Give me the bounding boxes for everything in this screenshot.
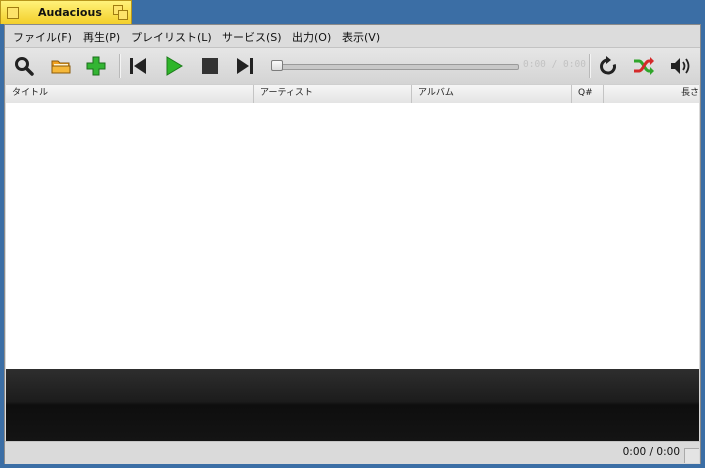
window-menu-icon[interactable] (7, 7, 19, 19)
window-title: Audacious (38, 6, 102, 19)
time-display: 0:00 / 0:00 (523, 59, 586, 70)
add-icon[interactable] (83, 53, 109, 79)
menu-view[interactable]: 表示(V) (342, 29, 380, 45)
menu-services[interactable]: サービス(S) (222, 29, 282, 45)
search-icon[interactable] (11, 53, 37, 79)
playlist-column-header: タイトル アーティスト アルバム Q# 長さ (6, 84, 699, 104)
menu-bar: ファイル(F) 再生(P) プレイリスト(L) サービス(S) 出力(O) 表示… (5, 25, 700, 48)
previous-icon[interactable] (125, 53, 151, 79)
status-time: 0:00 / 0:00 (622, 446, 680, 458)
next-icon[interactable] (232, 53, 258, 79)
audacious-window: ファイル(F) 再生(P) プレイリスト(L) サービス(S) 出力(O) 表示… (4, 24, 701, 464)
menu-file[interactable]: ファイル(F) (13, 29, 72, 45)
volume-icon[interactable] (667, 53, 693, 79)
resize-grip[interactable] (684, 448, 699, 463)
shuffle-icon[interactable] (631, 53, 657, 79)
column-title[interactable]: タイトル (6, 85, 254, 103)
playlist-area[interactable] (6, 103, 699, 369)
visualizer (6, 369, 699, 441)
stop-icon[interactable] (197, 53, 223, 79)
status-bar: 0:00 / 0:00 (5, 441, 700, 464)
column-queue[interactable]: Q# (572, 85, 604, 103)
toolbar: 0:00 / 0:00 (5, 48, 700, 84)
column-artist[interactable]: アーティスト (254, 85, 412, 103)
column-album[interactable]: アルバム (412, 85, 572, 103)
play-icon[interactable] (161, 53, 187, 79)
title-tab[interactable]: Audacious (0, 0, 132, 24)
menu-output[interactable]: 出力(O) (292, 29, 331, 45)
menu-playlist[interactable]: プレイリスト(L) (131, 29, 212, 45)
maximize-icon[interactable] (113, 5, 129, 21)
open-folder-icon[interactable] (48, 53, 74, 79)
column-length[interactable]: 長さ (604, 85, 701, 103)
menu-playback[interactable]: 再生(P) (83, 29, 120, 45)
seek-bar[interactable] (273, 64, 519, 70)
repeat-icon[interactable] (595, 53, 621, 79)
seek-handle[interactable] (271, 60, 283, 71)
